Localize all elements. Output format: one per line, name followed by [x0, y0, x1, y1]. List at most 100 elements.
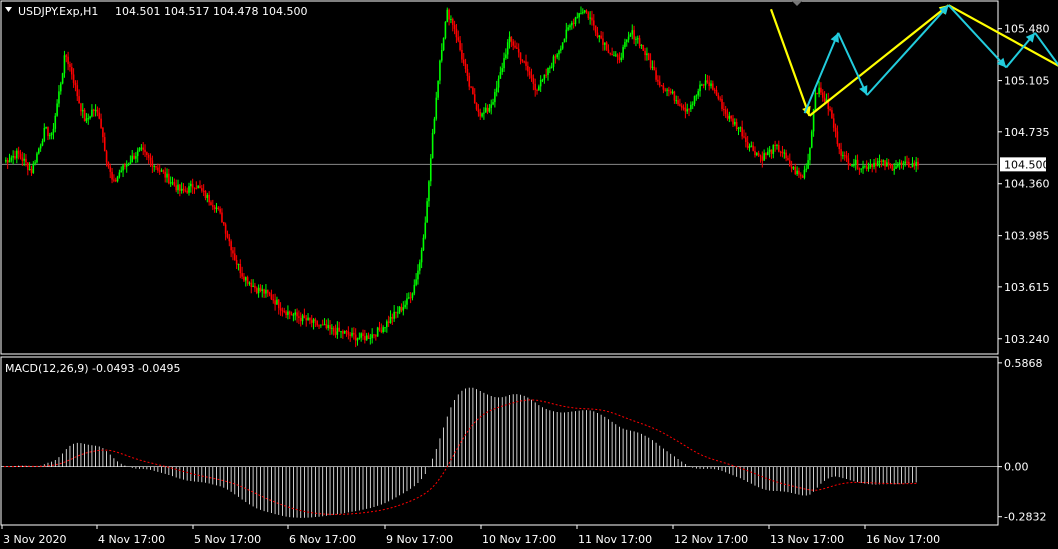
candle-body — [36, 153, 38, 163]
candle-body — [48, 135, 51, 137]
candle-body — [723, 109, 725, 111]
candle-body — [83, 109, 86, 122]
candle-body — [666, 89, 668, 91]
candle-body — [790, 166, 793, 169]
candle-body — [572, 22, 575, 24]
candle-body — [867, 167, 870, 169]
candle-body — [582, 12, 584, 14]
candle-body — [340, 331, 342, 333]
candle-body — [380, 329, 383, 333]
candle-body — [210, 202, 212, 206]
candle-body — [636, 38, 639, 40]
candle-body — [741, 127, 743, 137]
candle-body — [854, 159, 857, 165]
candle-body — [908, 161, 910, 168]
candle-body — [865, 165, 868, 169]
candle-body — [484, 107, 487, 113]
candle-body — [353, 332, 355, 335]
candle-body — [801, 176, 804, 178]
candle-body — [671, 91, 674, 94]
candle-body — [805, 168, 808, 170]
candle-body — [856, 159, 859, 169]
time-tick-label: 11 Nov 17:00 — [578, 533, 652, 546]
candle-body — [345, 331, 348, 333]
candle-body — [397, 312, 399, 314]
candle-body — [38, 148, 40, 154]
candle-body — [909, 167, 912, 169]
macd-tick-label: 0.5868 — [1004, 357, 1043, 370]
candle-body — [627, 36, 630, 40]
candle-body — [30, 168, 33, 173]
candle-body — [336, 327, 339, 335]
candle-body — [362, 333, 364, 337]
candle-body — [796, 170, 798, 175]
candle-body — [8, 160, 11, 163]
candle-body — [651, 66, 654, 68]
candle-body — [116, 176, 119, 182]
candle-body — [367, 335, 370, 339]
candle-body — [602, 38, 604, 45]
candle-body — [277, 299, 280, 309]
candle-body — [296, 312, 298, 317]
candle-body — [450, 19, 452, 21]
candle-body — [757, 153, 760, 156]
candle-body — [426, 201, 428, 223]
candle-body — [175, 185, 177, 191]
candle-body — [563, 38, 566, 43]
candle-body — [746, 142, 749, 148]
candle-body — [503, 58, 505, 69]
candle-body — [898, 162, 901, 165]
candle-body — [538, 86, 540, 91]
candle-body — [653, 66, 656, 71]
candle-body — [783, 152, 786, 154]
candle-body — [495, 87, 498, 93]
candle-body — [391, 316, 394, 319]
candle-body — [320, 324, 322, 326]
candle-body — [549, 67, 551, 69]
candle-body — [387, 321, 390, 324]
candle-body — [428, 181, 430, 202]
candle-body — [893, 168, 895, 171]
candle-body — [331, 327, 333, 329]
candle-body — [591, 17, 593, 21]
candle-body — [105, 151, 108, 163]
candle-body — [298, 316, 300, 318]
candle-body — [810, 131, 813, 148]
candle-body — [199, 185, 201, 189]
candle-body — [74, 82, 77, 86]
candle-body — [475, 102, 478, 110]
candle-body — [574, 17, 577, 24]
candle-body — [448, 9, 450, 20]
candle-body — [219, 208, 221, 213]
candle-body — [301, 315, 304, 322]
time-tick-label: 9 Nov 17:00 — [386, 533, 453, 546]
candle-body — [543, 74, 546, 80]
candle-body — [288, 311, 291, 314]
candle-body — [691, 103, 694, 105]
chart-canvas[interactable]: 105.480 105.105 104.735 104.360 103.985 103.6… — [0, 0, 1058, 549]
candle-body — [539, 79, 542, 87]
candle-body — [136, 150, 139, 157]
candle-body — [561, 42, 564, 49]
candle-body — [193, 187, 196, 189]
candle-body — [477, 109, 480, 113]
candle-body — [693, 96, 696, 104]
candle-body — [497, 78, 500, 88]
candle-body — [592, 20, 595, 26]
candle-body — [270, 294, 273, 300]
candle-body — [882, 160, 884, 162]
time-tick-label: 4 Nov 17:00 — [98, 533, 165, 546]
candle-body — [78, 96, 80, 104]
candle-body — [915, 161, 917, 167]
candle-body — [699, 84, 701, 92]
candle-body — [680, 105, 683, 108]
candle-body — [201, 188, 203, 191]
candle-body — [323, 324, 326, 326]
time-tick-label: 12 Nov 17:00 — [674, 533, 748, 546]
candle-body — [541, 79, 544, 81]
time-tick-label: 5 Nov 17:00 — [194, 533, 261, 546]
candle-body — [455, 28, 458, 38]
candle-body — [624, 42, 626, 48]
candle-body — [917, 161, 919, 166]
price-tick-label: 103.240 — [1004, 333, 1050, 346]
